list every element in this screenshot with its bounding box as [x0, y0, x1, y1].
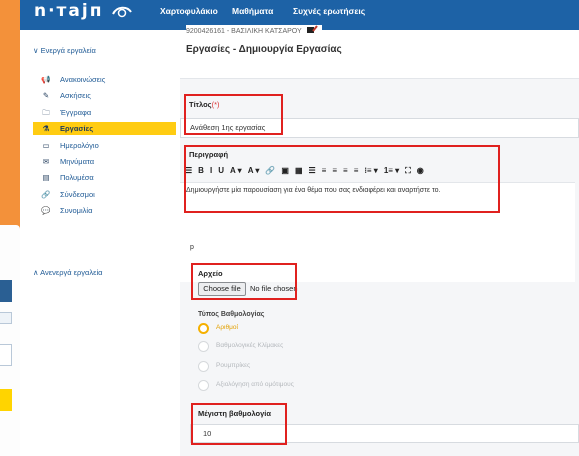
logo-swoosh-icon	[112, 6, 133, 18]
highlight-box-title	[184, 94, 283, 135]
main-content: Εργασίες - Δημιουργία Εργασίας Τίτλος(*)…	[176, 30, 579, 456]
sidebar-item-label: Σύνδεσμοι	[60, 190, 95, 199]
sidebar-item-documents[interactable]: 🗀 Έγγραφα	[33, 106, 176, 119]
highlight-box-max-grade	[191, 403, 287, 445]
background-window-field	[0, 312, 12, 324]
sidebar-item-label: Έγγραφα	[60, 108, 92, 117]
sidebar-item-messages[interactable]: ✉ Μηνύματα	[33, 155, 176, 168]
grading-option-label: Αξιολόγηση από ομότιμους	[216, 381, 294, 388]
megaphone-icon: 📢	[41, 75, 51, 84]
app-window: n·тајп Χαρτοφυλάκιο Μαθήματα Συχνές ερωτ…	[20, 0, 579, 456]
logo-text: n·тајп	[34, 1, 104, 21]
sidebar-item-chat[interactable]: 💬 Συνομιλία	[33, 204, 176, 217]
sidebar-item-multimedia[interactable]: ▤ Πολυμέσα	[33, 171, 176, 184]
chat-icon: 💬	[41, 206, 51, 215]
pencil-icon: ✎	[42, 91, 50, 100]
flask-icon: ⚗	[42, 124, 50, 133]
grading-option-label: Βαθμολογικές Κλίμακες	[216, 342, 284, 349]
radio-icon	[198, 380, 209, 391]
grading-type-label: Τύπος Βαθμολογίας	[198, 311, 265, 318]
sidebar-item-label: Ασκήσεις	[60, 91, 91, 100]
edit-profile-icon[interactable]	[306, 25, 318, 33]
sidebar-item-label: Συνομιλία	[60, 206, 93, 215]
film-icon: ▤	[42, 173, 50, 182]
sidebar-item-announcements[interactable]: 📢 Ανακοινώσεις	[33, 73, 176, 86]
radio-icon	[198, 361, 209, 372]
user-info: 9200426161 - ΒΑΣΙΛΙΚΗ ΚΑΤΣΑΡΟΥ	[186, 25, 322, 35]
inactive-tools-toggle[interactable]: ∧ Ανενεργά εργαλεία	[33, 268, 102, 277]
link-icon: 🔗	[41, 190, 51, 199]
sidebar-item-label: Ημερολόγιο	[60, 141, 99, 150]
radio-icon	[198, 341, 209, 352]
grading-option-label: Ρουμπρίκες	[216, 362, 251, 369]
envelope-icon: ✉	[42, 157, 50, 166]
sidebar-item-label: Πολυμέσα	[60, 173, 94, 182]
background-window-button	[0, 389, 12, 411]
radio-selected-icon	[198, 323, 209, 334]
nav-courses[interactable]: Μαθήματα	[232, 6, 273, 16]
active-tools-toggle[interactable]: ∨ Ενεργά εργαλεία	[33, 46, 96, 55]
sidebar-item-exercises[interactable]: ✎ Ασκήσεις	[33, 89, 176, 102]
highlight-box-description	[184, 145, 500, 213]
site-logo[interactable]: n·тајп	[34, 1, 133, 21]
background-window-field	[0, 344, 12, 366]
background-window-button	[0, 280, 12, 302]
sidebar-item-label: Ανακοινώσεις	[60, 75, 106, 84]
page-title: Εργασίες - Δημιουργία Εργασίας	[186, 44, 342, 55]
sidebar-item-links[interactable]: 🔗 Σύνδεσμοι	[33, 188, 176, 201]
sidebar-item-calendar[interactable]: ▭ Ημερολόγιο	[33, 139, 176, 152]
nav-faq[interactable]: Συχνές ερωτήσεις	[293, 6, 365, 16]
sidebar-item-label: Μηνύματα	[60, 157, 95, 166]
user-name: 9200426161 - ΒΑΣΙΛΙΚΗ ΚΑΤΣΑΡΟΥ	[186, 28, 302, 35]
background-window	[0, 225, 20, 456]
sidebar: ∨ Ενεργά εργαλεία 📢 Ανακοινώσεις ✎ Ασκήσ…	[20, 30, 176, 456]
highlight-box-file	[191, 263, 297, 300]
editor-status-path: p	[190, 244, 194, 251]
sidebar-item-assignments[interactable]: ⚗ Εργασίες	[33, 122, 176, 135]
sidebar-item-label: Εργασίες	[60, 124, 94, 133]
folder-icon: 🗀	[42, 108, 50, 117]
grading-option-label: Αριθμοί	[216, 324, 238, 331]
nav-portfolio[interactable]: Χαρτοφυλάκιο	[160, 6, 218, 16]
calendar-icon: ▭	[42, 141, 50, 150]
